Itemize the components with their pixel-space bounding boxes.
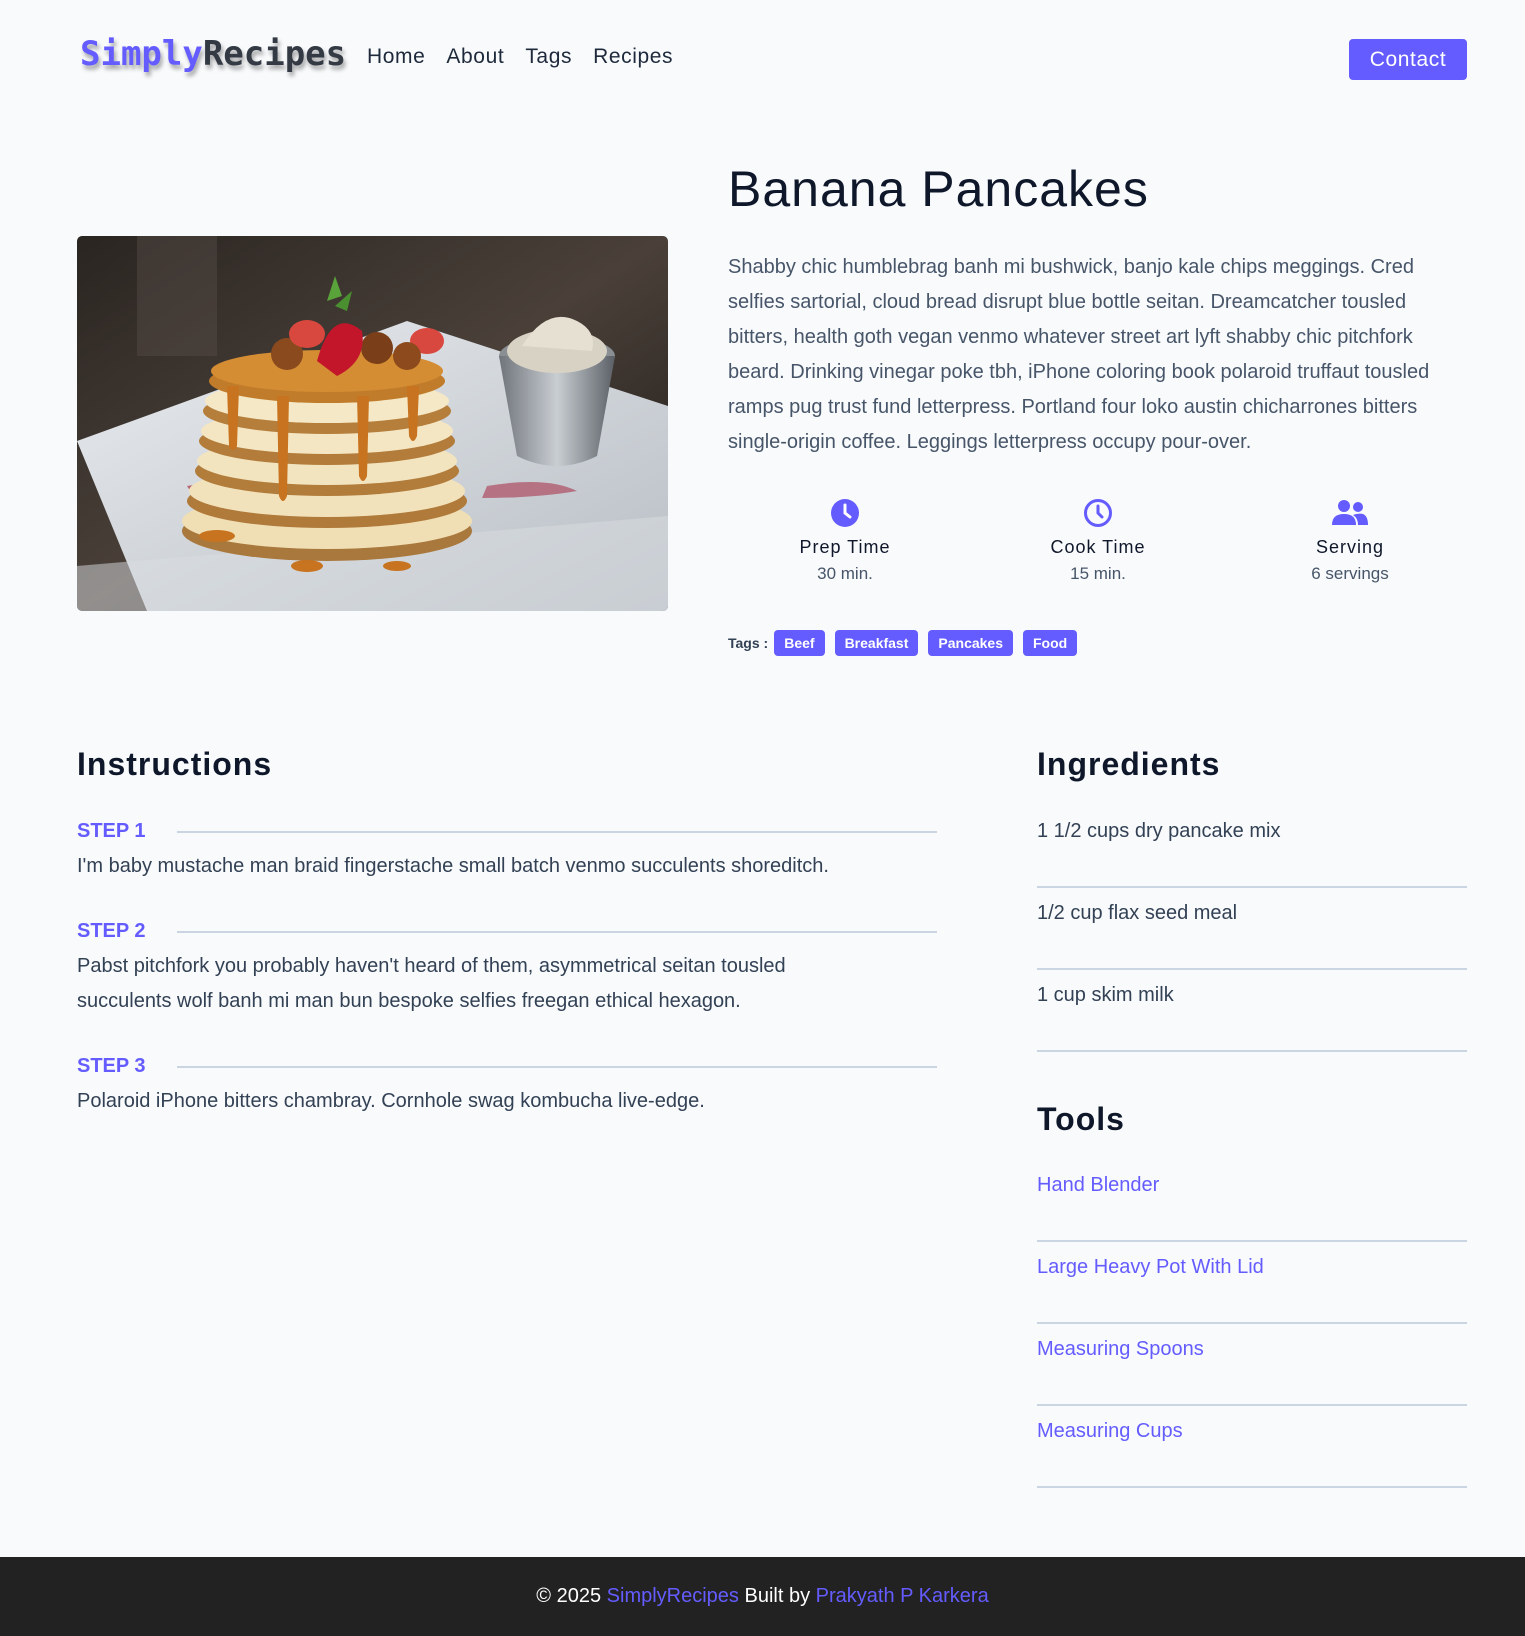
- prep-time-stat: Prep Time 30 min.: [745, 498, 945, 584]
- tag-breakfast[interactable]: Breakfast: [834, 630, 919, 656]
- stat-label: Serving: [1315, 537, 1385, 557]
- footer-author-link[interactable]: Prakyath P Karkera: [816, 1585, 989, 1608]
- ingredients-list: 1 1/2 cups dry pancake mix 1/2 cup flax …: [1037, 806, 1467, 1052]
- site-logo[interactable]: SimplyRecipes: [80, 34, 346, 74]
- footer-copyright: © 2025: [536, 1585, 602, 1607]
- recipe-image: [77, 236, 668, 611]
- step-label: STEP 1: [77, 820, 146, 842]
- instructions-title: Instructions: [77, 746, 273, 782]
- nav-link-recipes[interactable]: Recipes: [593, 45, 673, 69]
- step-text: I'm baby mustache man braid fingerstache…: [77, 855, 829, 877]
- tag-food[interactable]: Food: [1023, 630, 1078, 656]
- clock-filled-icon: [745, 498, 945, 530]
- stat-label: Prep Time: [799, 537, 891, 557]
- logo-part-1: Simply: [80, 34, 203, 74]
- step-text: Polaroid iPhone bitters chambray. Cornho…: [77, 1090, 705, 1112]
- instruction-step: STEP 3 Polaroid iPhone bitters chambray.…: [77, 1055, 937, 1119]
- stat-value: 30 min.: [817, 564, 873, 583]
- nav-link-home[interactable]: Home: [367, 45, 425, 69]
- ingredient-item: 1/2 cup flax seed meal: [1037, 888, 1467, 970]
- ingredient-item: 1 cup skim milk: [1037, 970, 1467, 1052]
- instruction-step: STEP 1 I'm baby mustache man braid finge…: [77, 820, 937, 884]
- footer: © 2025 SimplyRecipes Built by Prakyath P…: [0, 1557, 1525, 1636]
- nav-links: Home About Tags Recipes: [367, 45, 673, 69]
- nav-link-tags[interactable]: Tags: [525, 45, 572, 69]
- footer-built-by: Built by: [744, 1585, 811, 1607]
- instruction-step: STEP 2 Pabst pitchfork you probably have…: [77, 920, 937, 1019]
- clock-outline-icon: [998, 498, 1198, 530]
- serving-stat: Serving 6 servings: [1250, 498, 1450, 584]
- tag-beef[interactable]: Beef: [774, 630, 825, 656]
- recipe-description: Shabby chic humblebrag banh mi bushwick,…: [728, 256, 1430, 453]
- users-icon: [1250, 498, 1450, 530]
- tools-title: Tools: [1037, 1101, 1125, 1137]
- logo-part-2: Recipes: [202, 34, 347, 74]
- recipe-title: Banana Pancakes: [728, 161, 1149, 217]
- ingredient-item: 1 1/2 cups dry pancake mix: [1037, 806, 1467, 888]
- stat-value: 6 servings: [1311, 564, 1389, 583]
- tools-list: Hand Blender Large Heavy Pot With Lid Me…: [1037, 1160, 1467, 1488]
- tool-item[interactable]: Large Heavy Pot With Lid: [1037, 1242, 1467, 1324]
- contact-button[interactable]: Contact: [1349, 39, 1467, 80]
- stat-value: 15 min.: [1070, 564, 1126, 583]
- step-divider: [177, 1065, 937, 1068]
- footer-brand-link[interactable]: SimplyRecipes: [607, 1585, 739, 1608]
- step-label: STEP 2: [77, 920, 146, 942]
- tool-item[interactable]: Measuring Spoons: [1037, 1324, 1467, 1406]
- nav-link-about[interactable]: About: [446, 45, 504, 69]
- step-divider: [177, 930, 937, 933]
- tag-pancakes[interactable]: Pancakes: [928, 630, 1013, 656]
- tags-label: Tags :: [728, 635, 769, 651]
- tool-item[interactable]: Hand Blender: [1037, 1160, 1467, 1242]
- stat-label: Cook Time: [1050, 537, 1146, 557]
- step-text: Pabst pitchfork you probably haven't hea…: [77, 955, 786, 1012]
- cook-time-stat: Cook Time 15 min.: [998, 498, 1198, 584]
- step-label: STEP 3: [77, 1055, 146, 1077]
- ingredients-title: Ingredients: [1037, 746, 1221, 782]
- step-divider: [177, 830, 937, 833]
- tool-item[interactable]: Measuring Cups: [1037, 1406, 1467, 1488]
- navbar: SimplyRecipes Home About Tags Recipes Co…: [0, 0, 1525, 118]
- tags-row: Tags : Beef Breakfast Pancakes Food: [728, 630, 1087, 656]
